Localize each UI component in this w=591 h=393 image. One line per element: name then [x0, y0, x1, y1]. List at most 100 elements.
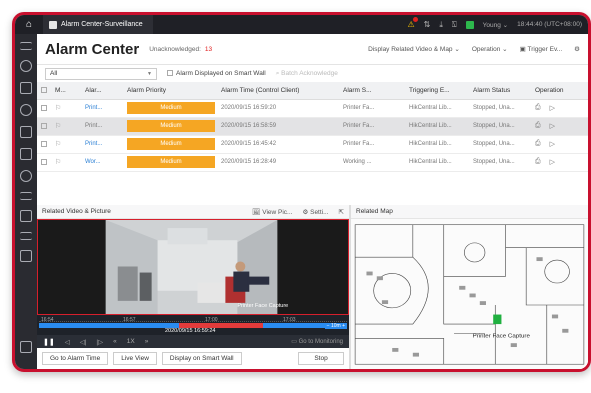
alarm-source-link[interactable]: Print... [81, 117, 123, 136]
camera-marker[interactable] [493, 314, 502, 325]
tab-title: Alarm Center-Surveillance [61, 21, 143, 28]
checkbox-box [167, 70, 173, 77]
column-header[interactable]: Alarm Status [469, 82, 531, 100]
priority-cell: Medium [123, 135, 217, 154]
priority-badge: Medium [127, 156, 215, 168]
operation-menu[interactable]: Operation ⌄ [472, 45, 508, 53]
alarm-source-link[interactable]: Print... [81, 135, 123, 154]
alarm-source-link[interactable]: Print... [81, 99, 123, 118]
play-icon[interactable]: ▷ [550, 104, 555, 112]
alarm-bell-icon[interactable] [20, 341, 32, 353]
row-checkbox[interactable] [37, 99, 51, 118]
status-icon[interactable] [465, 20, 474, 29]
unacknowledged-label: Unacknowledged: [149, 45, 201, 53]
video-action-buttons: Go to Alarm Time Live View Display on Sm… [42, 352, 344, 365]
floor-plan-map[interactable]: Printer Face Capture [351, 219, 588, 369]
trigger-event-button[interactable]: ▣ Trigger Ev... [520, 45, 563, 53]
alarm-source: Working ... [339, 153, 405, 172]
list-icon[interactable] [20, 192, 32, 200]
table-row[interactable]: ⚐ Wor... Medium 2020/09/15 16:28:49 Working … [37, 153, 588, 172]
lines-icon[interactable] [20, 232, 32, 240]
row-checkbox[interactable] [37, 153, 51, 172]
play-icon[interactable]: ▷ [550, 158, 555, 166]
table-row[interactable]: ⚐ Print... Medium 2020/09/15 16:59:20 Printe… [37, 99, 588, 118]
column-header[interactable]: M... [51, 82, 81, 100]
play-icon[interactable]: ▷ [550, 122, 555, 130]
display-on-smart-wall-button[interactable]: Display on Smart Wall [161, 352, 242, 365]
mark-flag-icon[interactable]: ⚐ [51, 99, 81, 118]
tab-alarm-center[interactable]: Alarm Center-Surveillance [43, 15, 153, 34]
map-icon[interactable] [20, 82, 32, 94]
download-icon[interactable]: ⤓ [439, 20, 443, 30]
current-playback-time: 2020/09/15 16:59:24 [165, 328, 216, 334]
column-header[interactable]: Alarm Priority [123, 82, 217, 100]
grid-icon[interactable] [20, 126, 32, 138]
view-picture-button[interactable]: 🖼 View Pic... [252, 208, 292, 216]
map-marker-label: Printer Face Capture [473, 334, 531, 340]
acknowledge-icon[interactable]: ⎙ [535, 104, 541, 112]
popout-icon[interactable]: ⇱ [339, 208, 344, 216]
column-header[interactable]: Triggering E... [405, 82, 469, 100]
stop-button[interactable]: Stop [298, 352, 344, 365]
user-icon[interactable] [20, 170, 32, 182]
go-to-alarm-time-button[interactable]: Go to Alarm Time [42, 352, 109, 365]
layout-icon[interactable] [20, 148, 32, 160]
priority-badge: Medium [127, 102, 215, 114]
table-row[interactable]: ⚐ Print... Medium 2020/09/15 16:58:59 Printe… [37, 117, 588, 136]
next-frame-icon[interactable]: |▷ [96, 338, 103, 346]
acknowledge-icon[interactable]: ⎙ [535, 158, 541, 166]
dashboard-icon[interactable] [20, 210, 32, 222]
priority-cell: Medium [123, 117, 217, 136]
home-icon[interactable]: ⌂ [15, 19, 43, 30]
table-row[interactable]: ⚐ Print... Medium 2020/09/15 16:45:42 Printe… [37, 135, 588, 154]
column-header[interactable]: Alar... [81, 82, 123, 100]
alarm-time: 2020/09/15 16:28:49 [217, 153, 339, 172]
slow-icon[interactable]: « [113, 338, 117, 345]
step-back-icon[interactable]: ◁ [65, 338, 70, 346]
user-menu[interactable]: Young ⌄ [483, 21, 508, 29]
select-all-checkbox[interactable] [37, 82, 51, 100]
sort-icon[interactable]: ⇅ [424, 20, 431, 29]
alarm-status: Stopped, Una... [469, 135, 531, 154]
live-view-button[interactable]: Live View [113, 352, 157, 365]
playback-timeline[interactable]: 16:54 16:57 17:00 17:03 2020/09/15 16:59… [37, 315, 349, 335]
camera-frame-image: Printer Face Capture [38, 220, 348, 314]
notification-icon[interactable]: ⍂ [452, 20, 457, 30]
chart-icon[interactable] [20, 250, 32, 262]
row-checkbox[interactable] [37, 135, 51, 154]
alarm-time: 2020/09/15 16:45:42 [217, 135, 339, 154]
alarm-source-link[interactable]: Wor... [81, 153, 123, 172]
prev-frame-icon[interactable]: ◁| [80, 338, 87, 346]
alarm-filter-select[interactable]: All ▼ [45, 67, 157, 80]
timeline-zoom[interactable]: − 10m + [324, 323, 347, 329]
video-panel-title: Related Video & Picture [42, 208, 111, 215]
display-related-menu[interactable]: Display Related Video & Map ⌄ [368, 45, 460, 53]
batch-acknowledge-button[interactable]: ⌕ Batch Acknowledge [276, 70, 338, 78]
acknowledge-icon[interactable]: ⎙ [535, 140, 541, 148]
row-checkbox[interactable] [37, 117, 51, 136]
chevron-down-icon: ▼ [147, 70, 152, 77]
mark-flag-icon[interactable]: ⚐ [51, 135, 81, 154]
speed-label[interactable]: 1X [127, 338, 135, 345]
video-player[interactable]: Printer Face Capture [37, 219, 349, 315]
play-icon[interactable]: ▷ [550, 140, 555, 148]
alarm-warning-icon[interactable]: ⚠ [407, 17, 418, 29]
settings-icon[interactable]: ⚙ [574, 45, 580, 53]
user-name: Young [482, 21, 501, 29]
alarm-source: Printer Fa... [339, 99, 405, 118]
column-header[interactable]: Alarm Time (Control Client) [217, 82, 339, 100]
settings-button[interactable]: ⚙ Setti... [302, 208, 328, 216]
column-header[interactable]: Alarm S... [339, 82, 405, 100]
mark-flag-icon[interactable]: ⚐ [51, 153, 81, 172]
pause-icon[interactable]: ❚❚ [43, 338, 55, 346]
smart-wall-checkbox[interactable]: Alarm Displayed on Smart Wall [167, 70, 266, 77]
filter-bar: All ▼ Alarm Displayed on Smart Wall ⌕ Ba… [37, 65, 588, 82]
menu-icon[interactable] [20, 42, 32, 50]
column-header[interactable]: Operation [531, 82, 588, 100]
person-search-icon[interactable] [20, 104, 32, 116]
globe-icon[interactable] [20, 60, 32, 72]
mark-flag-icon[interactable]: ⚐ [51, 117, 81, 136]
go-to-monitoring-button[interactable]: ▭ Go to Monitoring [291, 338, 349, 345]
acknowledge-icon[interactable]: ⎙ [535, 122, 541, 130]
fast-icon[interactable]: » [145, 338, 149, 345]
